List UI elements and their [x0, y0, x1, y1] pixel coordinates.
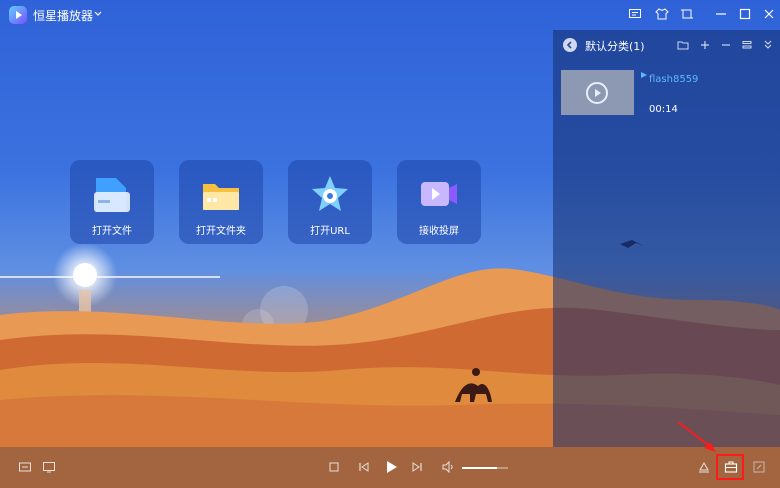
- play-icon[interactable]: [384, 460, 398, 474]
- open-url-button[interactable]: 打开URL: [288, 160, 372, 244]
- url-star-icon: [308, 172, 352, 216]
- close-icon[interactable]: [762, 7, 776, 21]
- volume-level: [462, 467, 497, 469]
- cast-receive-icon: [417, 172, 461, 216]
- playlist-title[interactable]: 默认分类(1): [585, 38, 645, 54]
- stop-icon[interactable]: [327, 460, 341, 474]
- app-title[interactable]: 恒星播放器: [33, 7, 93, 24]
- title-bar: 恒星播放器: [0, 0, 780, 30]
- video-thumbnail[interactable]: [561, 70, 634, 115]
- add-icon[interactable]: [699, 39, 711, 51]
- folder-icon: [199, 172, 243, 216]
- minimize-icon[interactable]: [714, 7, 728, 21]
- playing-indicator-icon: [641, 72, 647, 78]
- collapse-panel-button[interactable]: [563, 38, 577, 52]
- receive-cast-button[interactable]: 接收投屏: [397, 160, 481, 244]
- control-bar: [0, 447, 780, 488]
- fullscreen-icon[interactable]: [752, 460, 766, 474]
- expand-icon[interactable]: [762, 39, 774, 51]
- skin-icon[interactable]: [655, 7, 669, 21]
- feedback-icon[interactable]: [628, 7, 642, 21]
- chevron-down-icon[interactable]: [94, 10, 102, 18]
- open-file-button[interactable]: 打开文件: [70, 160, 154, 244]
- next-icon[interactable]: [410, 460, 424, 474]
- pointer-arrow-icon: [677, 421, 716, 452]
- open-folder-button[interactable]: 打开文件夹: [179, 160, 263, 244]
- volume-icon[interactable]: [441, 460, 455, 474]
- mini-mode-icon[interactable]: [680, 7, 694, 21]
- item-duration: 00:14: [649, 104, 678, 115]
- screen-icon[interactable]: [42, 460, 56, 474]
- subtitle-icon[interactable]: [18, 460, 32, 474]
- playlist-item[interactable]: flash8559 00:14: [561, 70, 773, 118]
- playlist-header: 默认分类(1): [553, 30, 780, 60]
- previous-icon[interactable]: [357, 460, 371, 474]
- maximize-icon[interactable]: [738, 7, 752, 21]
- open-file-label: 打开文件: [92, 226, 132, 237]
- volume-slider[interactable]: [462, 467, 508, 469]
- receive-cast-label: 接收投屏: [419, 226, 459, 237]
- player-window: 恒星播放器 默认分类(1) flash8559 00:14 打开文件 打开文件夹…: [0, 0, 780, 488]
- open-folder-label: 打开文件夹: [196, 226, 246, 237]
- open-url-label: 打开URL: [310, 226, 350, 237]
- highlight-annotation: [716, 454, 744, 480]
- clean-icon[interactable]: [697, 460, 711, 474]
- playlist-panel: 默认分类(1) flash8559 00:14: [553, 30, 780, 447]
- list-menu-icon[interactable]: [741, 39, 753, 51]
- file-icon: [90, 172, 134, 216]
- new-folder-icon[interactable]: [677, 39, 689, 51]
- remove-icon[interactable]: [720, 39, 732, 51]
- item-name[interactable]: flash8559: [649, 74, 698, 85]
- app-logo-icon: [9, 6, 27, 24]
